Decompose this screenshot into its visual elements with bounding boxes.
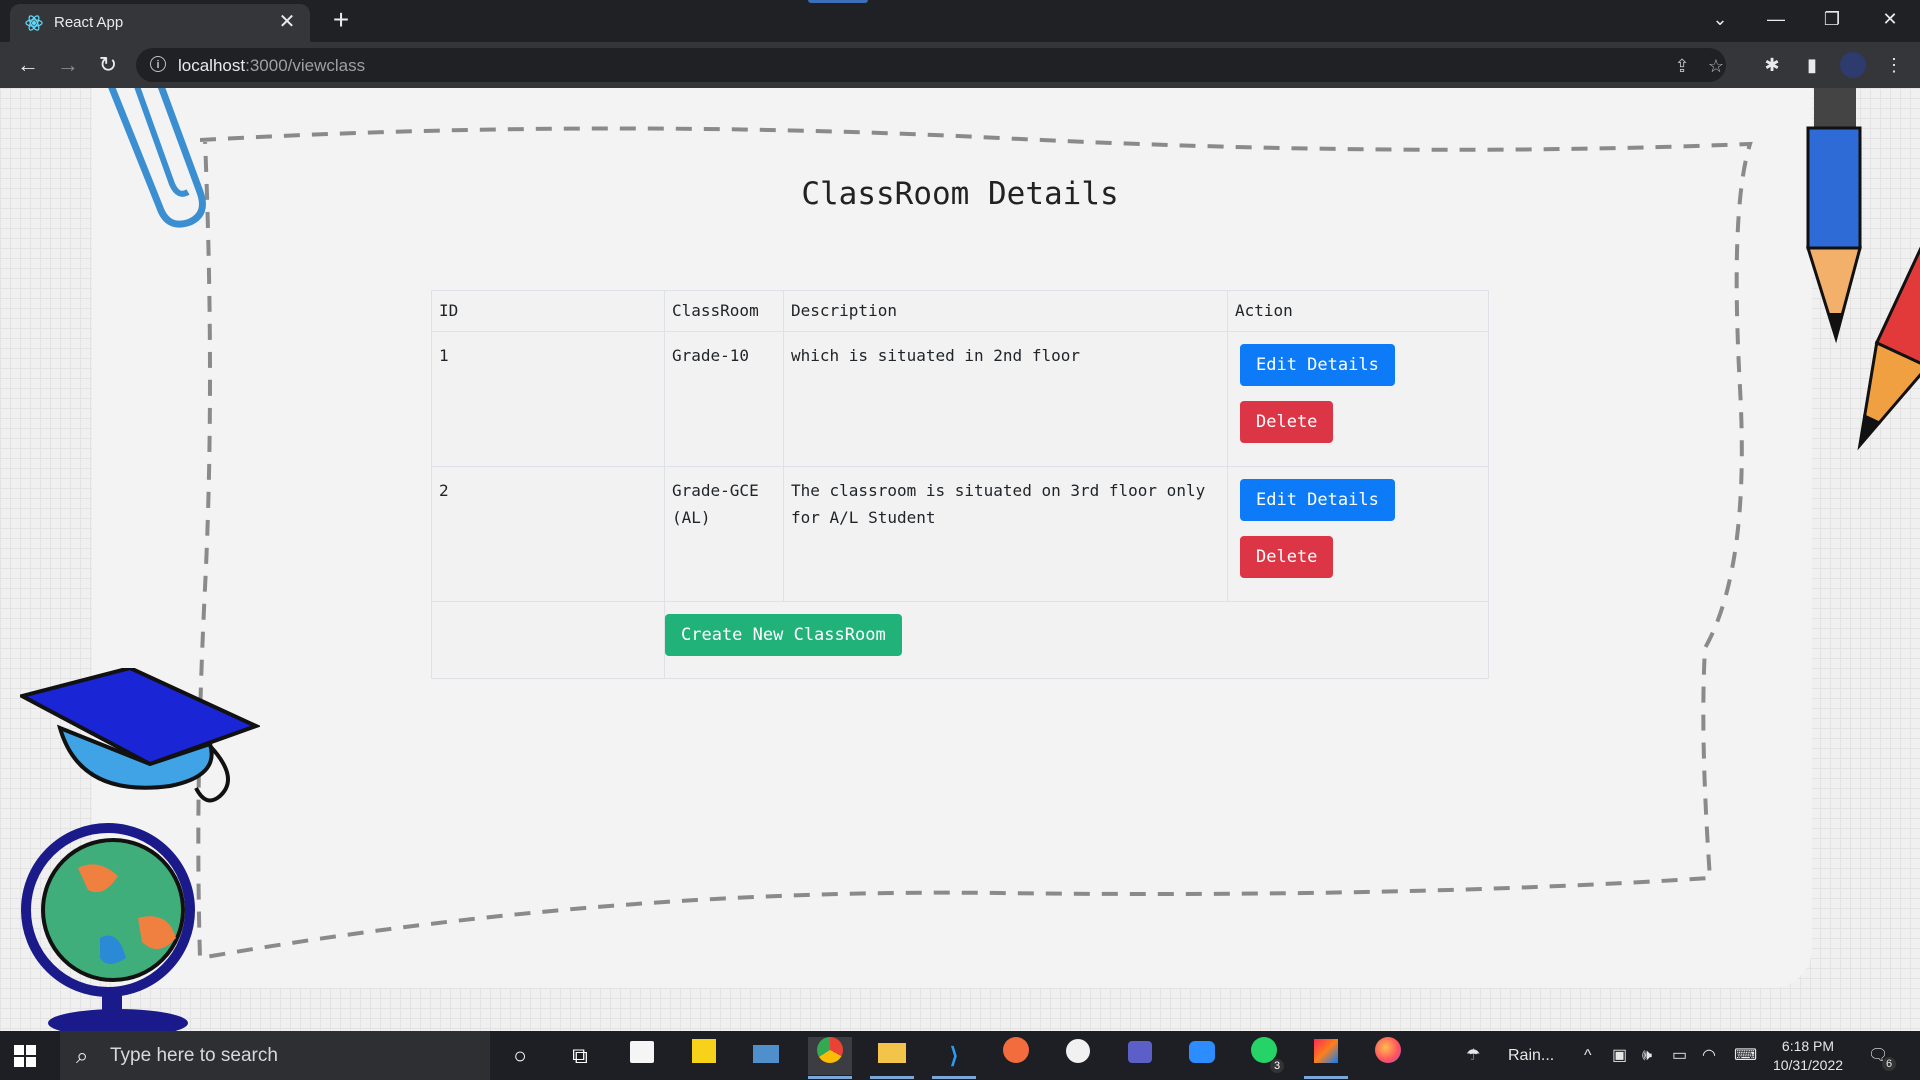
edit-details-button[interactable]: Edit Details xyxy=(1240,479,1395,521)
file-explorer-icon[interactable] xyxy=(870,1037,914,1075)
page-title: ClassRoom Details xyxy=(801,176,1119,212)
delete-button[interactable]: Delete xyxy=(1240,401,1334,443)
tab-title: React App xyxy=(54,14,124,31)
chrome-icon[interactable] xyxy=(808,1037,852,1075)
cell-empty xyxy=(431,601,665,679)
table-header-row: ID ClassRoom Description Action xyxy=(431,290,1489,332)
weather-text[interactable]: Rain... xyxy=(1508,1031,1554,1080)
cell-id: 1 xyxy=(431,331,665,467)
terminal-icon[interactable] xyxy=(744,1037,788,1075)
column-header-id: ID xyxy=(431,290,665,332)
table-row: 2 Grade-GCE(AL) The classroom is situate… xyxy=(431,466,1489,602)
browser-tabbar: React App ✕ + ⌄ — ❐ ✕ xyxy=(0,0,1920,42)
search-placeholder: Type here to search xyxy=(110,1045,278,1066)
page-viewport: ClassRoom Details ID ClassRoom Descripti… xyxy=(0,88,1920,1031)
classroom-table: ID ClassRoom Description Action 1 Grade-… xyxy=(431,290,1489,679)
create-row: Create New ClassRoom xyxy=(431,601,1489,679)
search-icon: ⌕ xyxy=(76,1043,89,1068)
minimize-button[interactable]: — xyxy=(1756,4,1796,34)
column-header-action: Action xyxy=(1227,290,1489,332)
extensions-icon[interactable]: ✱ xyxy=(1758,52,1786,78)
weather-icon[interactable]: ☂ xyxy=(1466,1031,1480,1080)
paperclip-icon xyxy=(108,88,206,228)
taskbar-clock[interactable]: 6:18 PM 10/31/2022 xyxy=(1770,1037,1846,1075)
notifications-badge: 6 xyxy=(1882,1057,1896,1071)
side-panel-icon[interactable]: ▮ xyxy=(1798,52,1826,78)
cell-classroom: Grade-10 xyxy=(664,331,784,467)
graduation-cap-icon xyxy=(20,668,260,803)
windows-start-icon[interactable] xyxy=(14,1045,36,1067)
cell-description: which is situated in 2nd floor xyxy=(783,331,1228,467)
new-tab-button[interactable]: + xyxy=(326,6,356,36)
pencils-icon xyxy=(1805,88,1920,451)
battery-icon[interactable]: ▭ xyxy=(1672,1031,1687,1080)
whatsapp-icon[interactable]: 3 xyxy=(1242,1037,1286,1075)
delete-button[interactable]: Delete xyxy=(1240,536,1334,578)
mongodb-icon[interactable] xyxy=(1056,1037,1100,1075)
react-logo-icon xyxy=(25,15,43,31)
globe-icon xyxy=(21,823,195,1031)
table-row: 1 Grade-10 which is situated in 2nd floo… xyxy=(431,331,1489,467)
back-arrow-icon[interactable]: ← xyxy=(14,51,42,79)
network-status-icon[interactable]: ▣ xyxy=(1612,1031,1627,1080)
notifications-icon[interactable]: 🗨 6 xyxy=(1868,1031,1896,1080)
tab-search-indicator xyxy=(808,0,868,3)
menu-kebab-icon[interactable]: ⋮ xyxy=(1880,52,1908,78)
cell-description: The classroom is situated on 3rd floor o… xyxy=(783,466,1228,602)
cell-id: 2 xyxy=(431,466,665,602)
column-header-classroom: ClassRoom xyxy=(664,290,784,332)
volume-icon[interactable]: 🕪 xyxy=(1642,1031,1652,1080)
close-window-button[interactable]: ✕ xyxy=(1870,4,1910,34)
clock-date: 10/31/2022 xyxy=(1772,1057,1844,1073)
postman-icon[interactable] xyxy=(994,1037,1038,1075)
cortana-icon[interactable]: ○ xyxy=(498,1037,542,1075)
bookmark-star-icon[interactable]: ☆ xyxy=(1704,55,1728,77)
column-header-description: Description xyxy=(783,290,1228,332)
cell-create: Create New ClassRoom xyxy=(664,601,1489,679)
cell-action: Edit Details Delete xyxy=(1227,466,1489,602)
restore-button[interactable]: ❐ xyxy=(1812,4,1852,34)
create-classroom-button[interactable]: Create New ClassRoom xyxy=(665,614,902,656)
firefox-icon[interactable] xyxy=(1366,1037,1410,1075)
windows-taskbar: ⌕ Type here to search ○ ⧉ ⟩ 3 ☂ Rain... … xyxy=(0,1031,1920,1080)
sticky-notes-icon[interactable] xyxy=(682,1037,726,1075)
vscode-active-indicator xyxy=(932,1076,976,1079)
vscode-icon[interactable]: ⟩ xyxy=(932,1037,976,1075)
task-view-icon[interactable]: ⧉ xyxy=(558,1037,602,1075)
share-icon[interactable]: ⇪ xyxy=(1670,55,1694,77)
tab-close-icon[interactable]: ✕ xyxy=(274,9,300,35)
edit-details-button[interactable]: Edit Details xyxy=(1240,344,1395,386)
cell-action: Edit Details Delete xyxy=(1227,331,1489,467)
chrome-active-indicator xyxy=(808,1076,852,1079)
forward-arrow-icon[interactable]: → xyxy=(54,51,82,79)
explorer-active-indicator xyxy=(870,1076,914,1079)
profile-avatar[interactable] xyxy=(1840,52,1866,78)
store-icon[interactable] xyxy=(620,1037,664,1075)
cell-classroom: Grade-GCE(AL) xyxy=(664,466,784,602)
intellij-icon[interactable] xyxy=(1304,1037,1348,1075)
reload-icon[interactable]: ↻ xyxy=(94,51,122,79)
browser-tab[interactable]: React App ✕ xyxy=(10,4,310,42)
whatsapp-badge: 3 xyxy=(1270,1059,1284,1073)
site-info-icon[interactable]: i xyxy=(150,56,166,72)
address-bar[interactable]: i localhost:3000/viewclass ⇪ ☆ xyxy=(136,48,1726,82)
zoom-icon[interactable] xyxy=(1180,1037,1224,1075)
tab-search-chevron-icon[interactable]: ⌄ xyxy=(1700,4,1740,34)
tray-chevron-icon[interactable]: ^ xyxy=(1584,1031,1592,1080)
intellij-active-indicator xyxy=(1304,1076,1348,1079)
url-text[interactable]: localhost:3000/viewclass xyxy=(178,56,365,76)
wifi-icon[interactable]: ◠ xyxy=(1702,1031,1716,1080)
taskbar-search-box[interactable]: ⌕ Type here to search xyxy=(60,1031,490,1080)
teams-icon[interactable] xyxy=(1118,1037,1162,1075)
keyboard-icon[interactable]: ⌨ xyxy=(1734,1031,1757,1080)
clock-time: 6:18 PM xyxy=(1781,1038,1835,1054)
browser-toolbar: ← → ↻ i localhost:3000/viewclass ⇪ ☆ ✱ ▮… xyxy=(0,42,1920,88)
